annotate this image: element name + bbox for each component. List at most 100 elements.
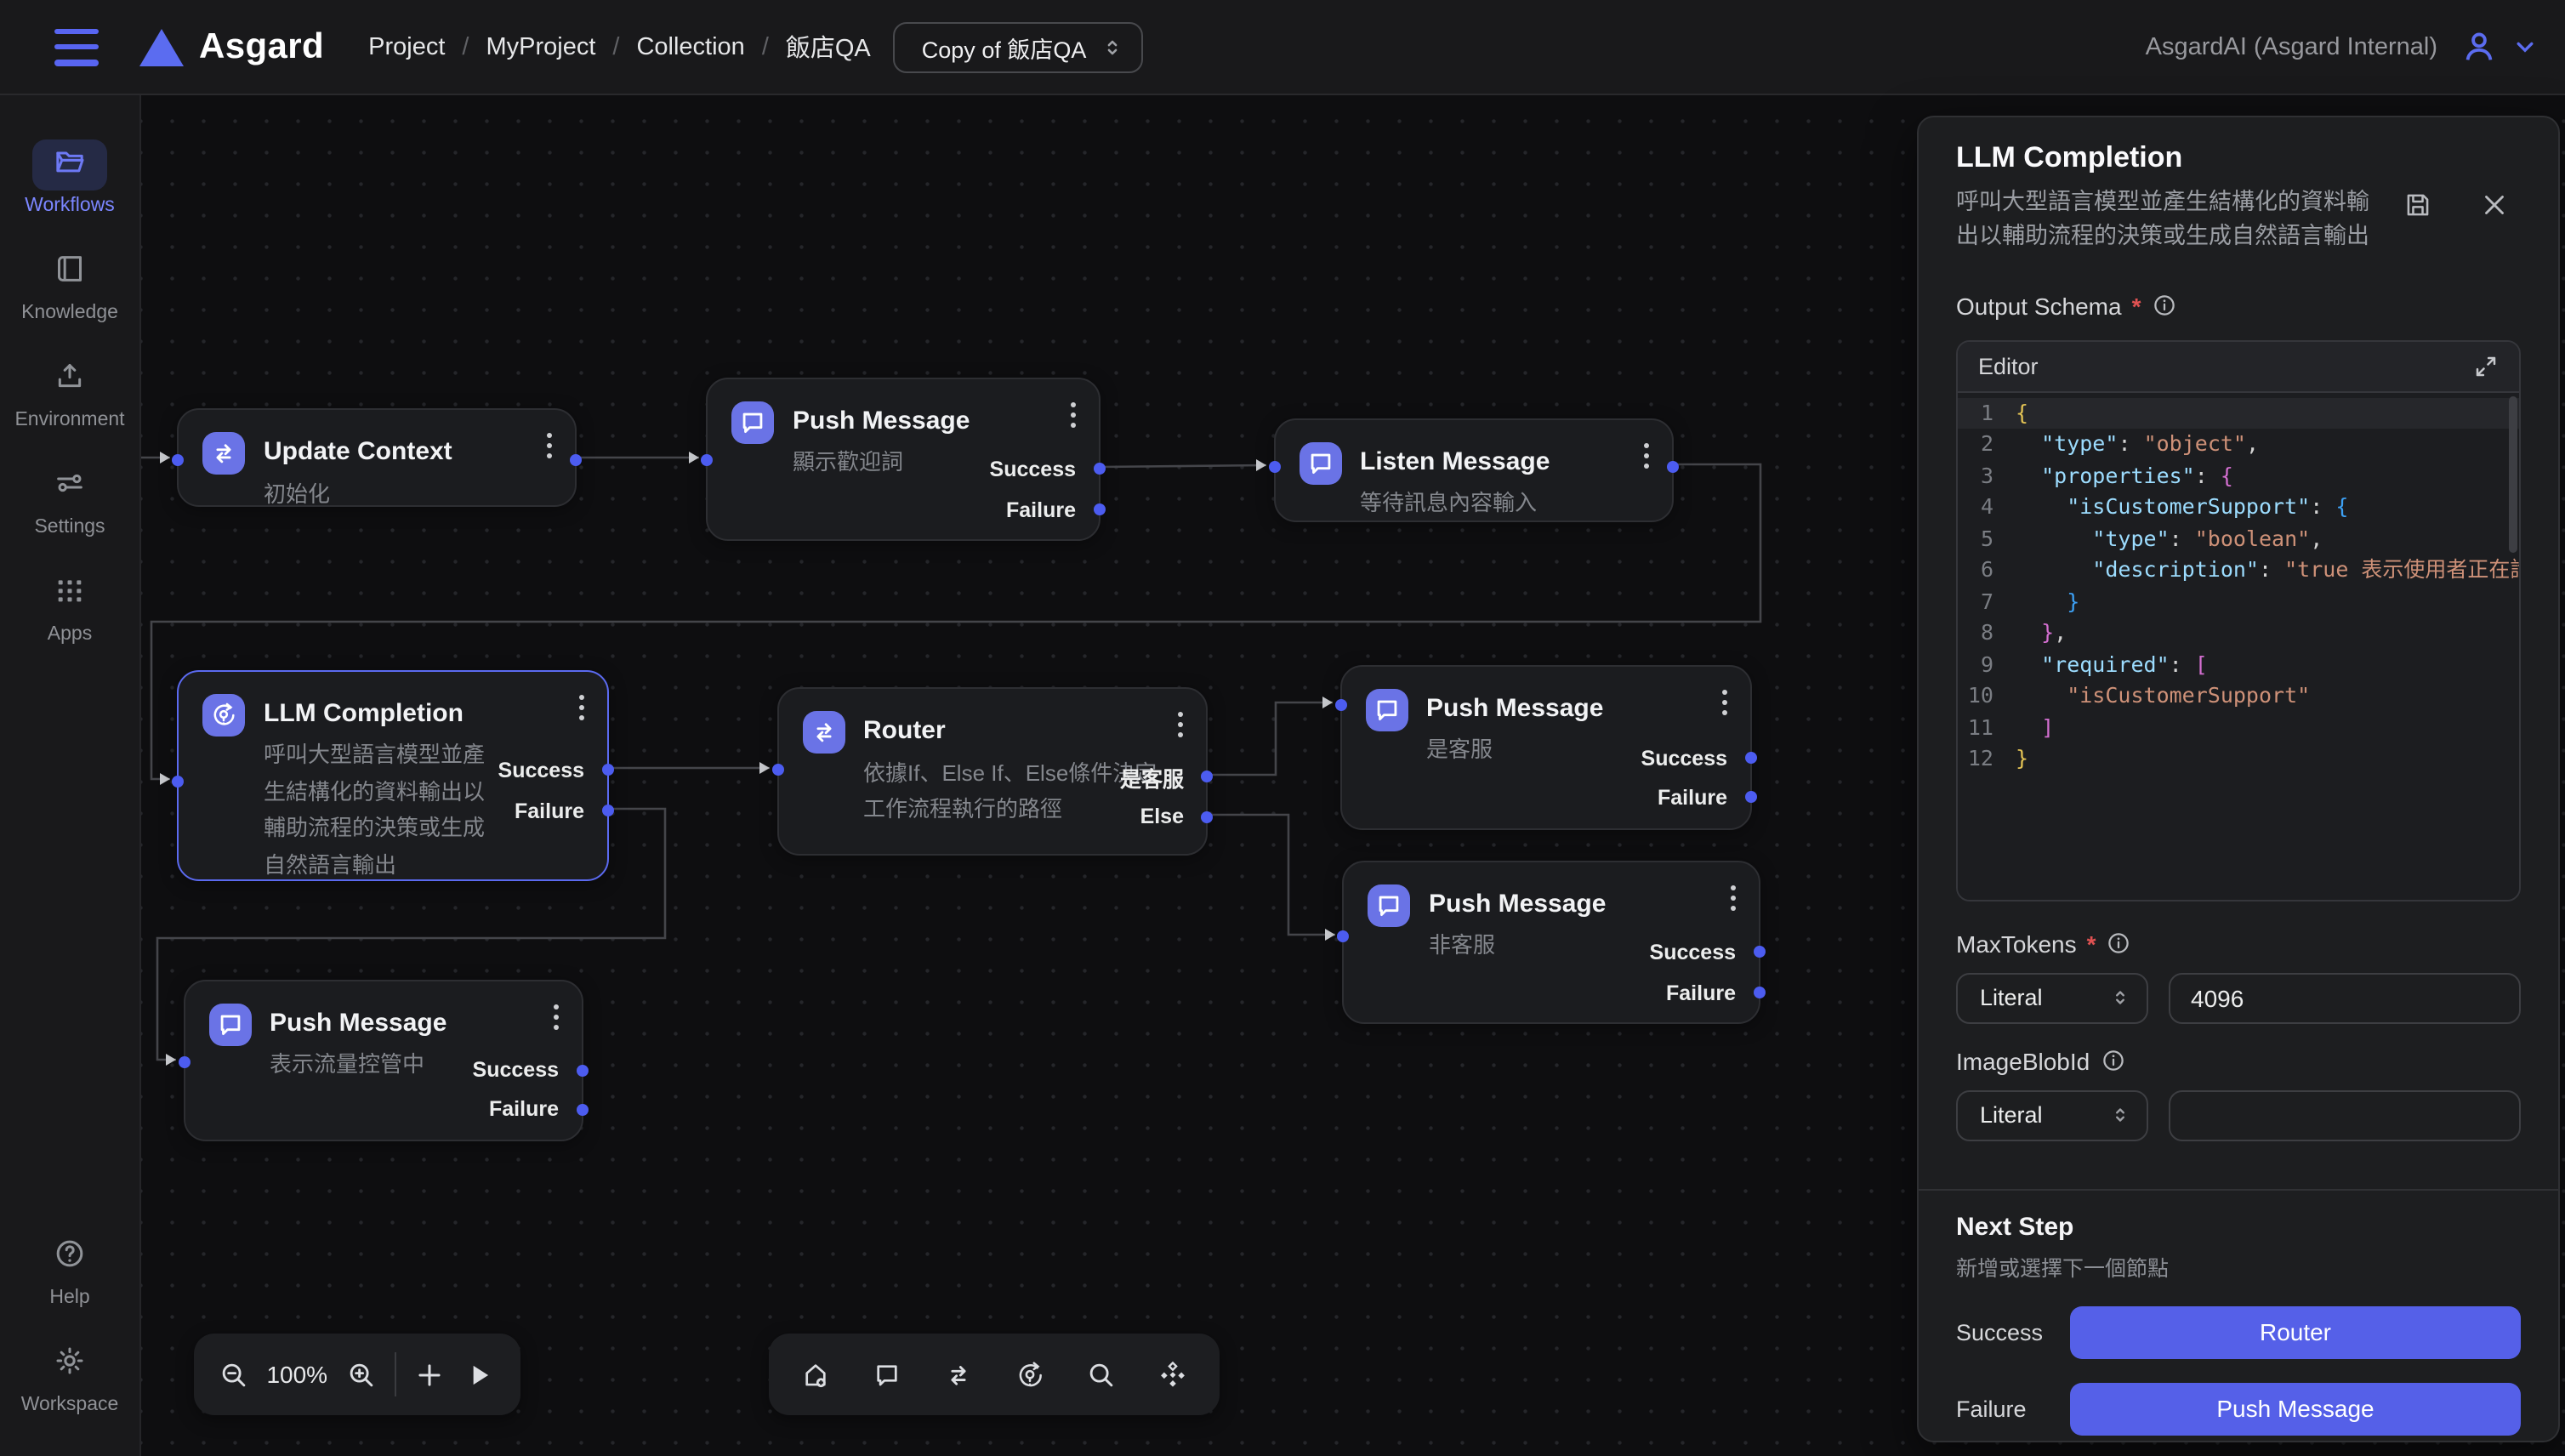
output-port-dot[interactable]: [576, 1064, 588, 1076]
node-push-message-welcome[interactable]: Push Message顯示歡迎詞SuccessFailure: [706, 377, 1100, 541]
schema-editor: Editor 1{2 "type": "object",3 "propertie…: [1956, 339, 2521, 901]
toolbar-divider: [395, 1352, 396, 1396]
output-port-dot[interactable]: [1201, 771, 1213, 782]
input-port-dot[interactable]: [1268, 460, 1280, 472]
sidebar-item-help[interactable]: Help: [32, 1231, 107, 1308]
output-port-dot[interactable]: [1093, 463, 1105, 475]
node-menu-icon[interactable]: [1642, 441, 1649, 469]
node-menu-icon[interactable]: [1729, 884, 1736, 911]
imageblobid-mode-select[interactable]: Literal: [1956, 1089, 2148, 1140]
node-subtitle: 初始化: [264, 476, 452, 513]
input-port-dot[interactable]: [701, 453, 713, 465]
node-menu-icon[interactable]: [1069, 401, 1076, 428]
node-menu-icon[interactable]: [1720, 688, 1727, 715]
breadcrumb-workflow[interactable]: 飯店QA: [786, 29, 871, 65]
input-port-dot[interactable]: [172, 453, 184, 465]
next-step-row-success: SuccessRouter: [1956, 1305, 2521, 1358]
updown-chevron-icon: [1100, 35, 1123, 59]
output-port-dot[interactable]: [1753, 987, 1765, 998]
imageblobid-input[interactable]: [2169, 1089, 2521, 1140]
node-push-message-flow-control[interactable]: Push Message表示流量控管中SuccessFailure: [183, 979, 583, 1140]
add-button[interactable]: [414, 1358, 446, 1391]
workflow-version-select[interactable]: Copy of 飯店QA: [893, 21, 1143, 72]
node-llm-completion[interactable]: LLM Completion呼叫大型語言模型並產生結構化的資料輸出以輔助流程的決…: [177, 669, 608, 881]
run-button[interactable]: [464, 1358, 496, 1391]
maxtokens-mode-select[interactable]: Literal: [1956, 972, 2148, 1023]
next-step-port-label: Success: [1956, 1319, 2070, 1345]
output-port-dot[interactable]: [569, 453, 581, 465]
auto-layout-icon[interactable]: [1157, 1358, 1189, 1391]
logo-text: Asgard: [199, 26, 324, 67]
node-menu-icon[interactable]: [552, 1003, 559, 1030]
sidebar-item-knowledge[interactable]: Knowledge: [21, 247, 118, 323]
account-area: AsgardAI (Asgard Internal): [2146, 27, 2539, 66]
info-icon[interactable]: [2151, 293, 2176, 318]
node-listen-message[interactable]: Listen Message等待訊息內容輸入: [1273, 418, 1673, 521]
breadcrumb-myproject[interactable]: MyProject: [486, 33, 595, 60]
output-port-dot[interactable]: [601, 805, 613, 816]
node-title: Listen Message: [1360, 441, 1550, 479]
node-title: Push Message: [1429, 884, 1606, 921]
editor-scrollbar[interactable]: [2509, 395, 2517, 552]
maxtokens-label: MaxTokens*: [1956, 930, 2521, 957]
node-title: Push Message: [270, 1003, 446, 1040]
output-port-dot[interactable]: [1744, 791, 1756, 803]
output-port-dot[interactable]: [1093, 503, 1105, 515]
node-push-message-not-cs[interactable]: Push Message非客服SuccessFailure: [1342, 860, 1760, 1023]
zoom-in-button[interactable]: [345, 1358, 378, 1391]
search-icon[interactable]: [1085, 1358, 1118, 1391]
input-port-dot[interactable]: [178, 1055, 190, 1067]
next-step-port-label: Failure: [1956, 1396, 2070, 1421]
maxtokens-input[interactable]: [2169, 972, 2521, 1023]
output-port-dot[interactable]: [1744, 752, 1756, 764]
sidebar-item-workspace[interactable]: Workspace: [21, 1339, 119, 1415]
next-step-failure-button[interactable]: Push Message: [2070, 1382, 2521, 1435]
output-port-dot[interactable]: [1666, 460, 1678, 472]
node-router[interactable]: Router依據If、Else If、Else條件決定工作流程執行的路徑是客服E…: [776, 687, 1208, 855]
zoom-out-button[interactable]: [217, 1358, 249, 1391]
output-port-dot[interactable]: [576, 1103, 588, 1115]
chevron-down-icon[interactable]: [2511, 32, 2539, 61]
node-subtitle: 呼叫大型語言模型並產生結構化的資料輸出以輔助流程的決策或生成自然語言輸出: [264, 737, 503, 884]
output-port-dot[interactable]: [1753, 946, 1765, 958]
code-line: 7 }: [1958, 586, 2519, 617]
close-icon[interactable]: [2478, 189, 2511, 221]
breadcrumb-project[interactable]: Project: [368, 33, 445, 60]
editor-label: Editor: [1978, 353, 2039, 378]
input-port-dot[interactable]: [771, 764, 783, 776]
code-line: 2 "type": "object",: [1958, 429, 2519, 460]
user-icon[interactable]: [2460, 27, 2499, 66]
line-number: 5: [1958, 523, 2016, 555]
breadcrumb-collection[interactable]: Collection: [636, 33, 744, 60]
edge-7: [1208, 815, 1335, 935]
code-line: 8 },: [1958, 617, 2519, 649]
input-port-dot[interactable]: [1334, 698, 1346, 710]
info-icon[interactable]: [2100, 1048, 2125, 1073]
node-config-panel: LLM Completion 呼叫大型語言模型並產生結構化的資料輸出以輔助流程的…: [1917, 116, 2560, 1442]
node-menu-icon[interactable]: [577, 693, 584, 720]
save-icon[interactable]: [2402, 189, 2434, 221]
input-port-dot[interactable]: [172, 775, 184, 787]
code-editor[interactable]: 1{2 "type": "object",3 "properties": {4 …: [1958, 392, 2519, 899]
node-subtitle: 顯示歡迎詞: [793, 445, 970, 481]
menu-icon[interactable]: [54, 28, 99, 65]
sidebar-item-settings[interactable]: Settings: [32, 461, 107, 537]
input-port-dot[interactable]: [1337, 930, 1349, 942]
sidebar-item-environment[interactable]: Environment: [14, 354, 124, 430]
add-start-node-icon[interactable]: [799, 1358, 832, 1391]
add-router-node-icon[interactable]: [942, 1358, 975, 1391]
add-llm-node-icon[interactable]: [1014, 1358, 1046, 1391]
info-icon[interactable]: [2107, 930, 2132, 956]
node-push-message-is-cs[interactable]: Push Message是客服SuccessFailure: [1339, 664, 1751, 829]
output-port-dot[interactable]: [601, 764, 613, 776]
expand-icon[interactable]: [2473, 353, 2499, 378]
output-port-dot[interactable]: [1201, 810, 1213, 822]
node-menu-icon[interactable]: [1177, 711, 1184, 738]
sidebar-item-apps[interactable]: Apps: [32, 568, 107, 645]
add-message-node-icon[interactable]: [871, 1358, 903, 1391]
port-label: 是客服: [1120, 760, 1184, 793]
next-step-success-button[interactable]: Router: [2070, 1305, 2521, 1358]
sidebar-item-workflows[interactable]: Workflows: [25, 139, 115, 216]
node-update-context[interactable]: Update Context初始化: [177, 408, 576, 507]
node-menu-icon[interactable]: [545, 432, 552, 459]
